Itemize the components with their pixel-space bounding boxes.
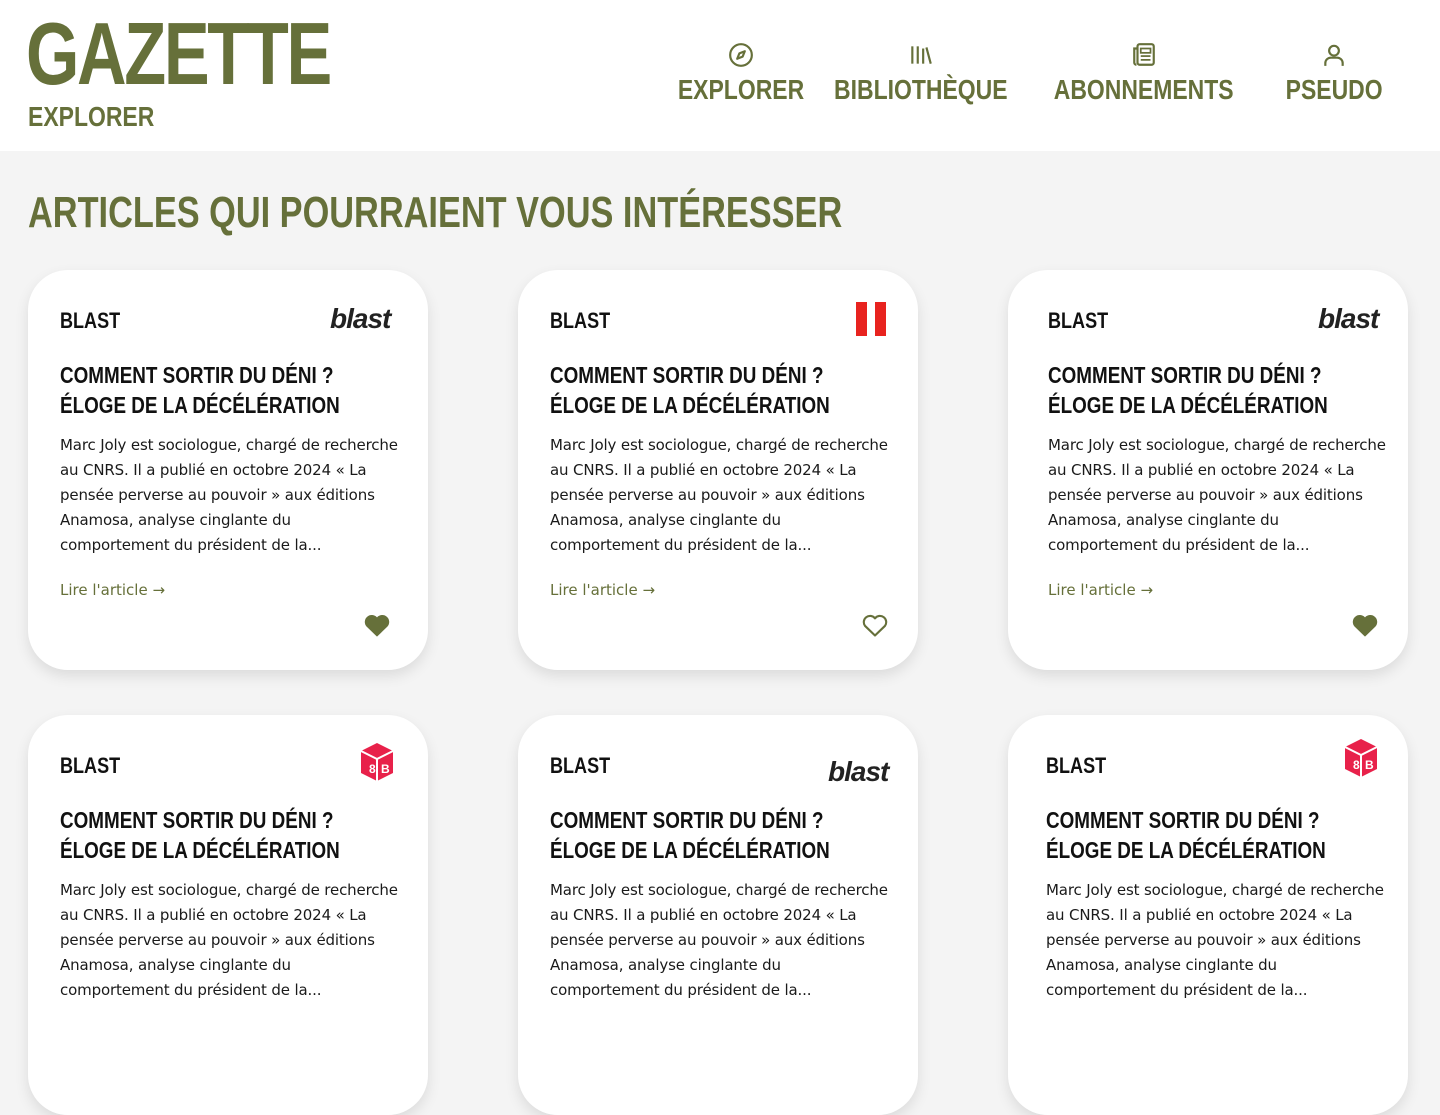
card-excerpt: Marc Joly est sociologue, chargé de rech… bbox=[1046, 881, 1384, 999]
article-card[interactable]: BLAST blast COMMENT SORTIR DU DÉNI ? ÉLO… bbox=[1008, 270, 1408, 670]
card-excerpt: Marc Joly est sociologue, chargé de rech… bbox=[550, 436, 888, 554]
heart-filled-icon[interactable] bbox=[363, 612, 391, 638]
article-card[interactable]: BLAST blast COMMENT SORTIR DU DÉNI ? ÉLO… bbox=[28, 270, 428, 670]
card-source: BLAST bbox=[1048, 308, 1109, 333]
card-source: BLAST bbox=[60, 753, 121, 778]
card-excerpt: Marc Joly est sociologue, chargé de rech… bbox=[1048, 436, 1386, 554]
card-excerpt: Marc Joly est sociologue, chargé de rech… bbox=[550, 881, 888, 999]
page-subtitle: EXPLORER bbox=[28, 101, 155, 132]
card-title: COMMENT SORTIR DU DÉNI ? ÉLOGE DE LA DÉC… bbox=[550, 807, 830, 863]
card-title: COMMENT SORTIR DU DÉNI ? ÉLOGE DE LA DÉC… bbox=[1046, 807, 1326, 863]
card-source: BLAST bbox=[550, 753, 611, 778]
nav-abonnements-label: ABONNEMENTS bbox=[1054, 74, 1234, 105]
svg-text:8: 8 bbox=[1353, 758, 1360, 772]
nav-abonnements[interactable]: ABONNEMENTS bbox=[1054, 42, 1234, 112]
red-bars-logo-icon bbox=[856, 302, 886, 336]
article-card[interactable]: BLAST 8 B COMMENT SORTIR DU DÉNI ? ÉLOGE… bbox=[1008, 715, 1408, 1115]
nav-bibliotheque-label: BIBLIOTHÈQUE bbox=[834, 74, 1008, 105]
card-title: COMMENT SORTIR DU DÉNI ? ÉLOGE DE LA DÉC… bbox=[1048, 362, 1328, 418]
card-title: COMMENT SORTIR DU DÉNI ? ÉLOGE DE LA DÉC… bbox=[60, 362, 340, 418]
read-article-link[interactable]: Lire l'article → bbox=[60, 580, 165, 600]
article-card[interactable]: BLAST 8 B COMMENT SORTIR DU DÉNI ? ÉLOGE… bbox=[28, 715, 428, 1115]
blast-logo-icon: blast bbox=[828, 756, 889, 787]
pink-cube-logo-icon: 8 B bbox=[1344, 739, 1378, 777]
site-logo[interactable]: GAZETTE bbox=[26, 10, 332, 98]
card-excerpt: Marc Joly est sociologue, chargé de rech… bbox=[60, 436, 398, 554]
pink-cube-logo-icon: 8 B bbox=[360, 743, 394, 781]
nav-bibliotheque[interactable]: BIBLIOTHÈQUE bbox=[834, 42, 1008, 112]
nav-pseudo-label: PSEUDO bbox=[1285, 74, 1383, 105]
card-title: COMMENT SORTIR DU DÉNI ? ÉLOGE DE LA DÉC… bbox=[60, 807, 340, 863]
compass-icon bbox=[729, 43, 753, 67]
newspaper-icon bbox=[1133, 43, 1155, 66]
card-source: BLAST bbox=[1046, 753, 1107, 778]
card-excerpt: Marc Joly est sociologue, chargé de rech… bbox=[60, 881, 398, 999]
card-source: BLAST bbox=[550, 308, 611, 333]
card-title: COMMENT SORTIR DU DÉNI ? ÉLOGE DE LA DÉC… bbox=[550, 362, 830, 418]
heart-filled-icon[interactable] bbox=[1351, 612, 1379, 638]
article-card[interactable]: BLAST blast COMMENT SORTIR DU DÉNI ? ÉLO… bbox=[518, 715, 918, 1115]
site-header: GAZETTE EXPLORER EXPLORER BIBLIOTHÈQUE A… bbox=[0, 0, 1440, 151]
library-icon bbox=[911, 46, 932, 64]
nav-explorer-label: EXPLORER bbox=[677, 74, 805, 105]
svg-text:B: B bbox=[381, 762, 390, 776]
article-card[interactable]: BLAST COMMENT SORTIR DU DÉNI ? ÉLOGE DE … bbox=[518, 270, 918, 670]
svg-text:8: 8 bbox=[369, 762, 376, 776]
nav-pseudo[interactable]: PSEUDO bbox=[1282, 42, 1386, 112]
nav-explorer[interactable]: EXPLORER bbox=[678, 42, 804, 112]
heart-outline-icon[interactable] bbox=[861, 612, 889, 638]
card-source: BLAST bbox=[60, 308, 121, 333]
blast-logo-icon: blast bbox=[330, 303, 391, 334]
svg-text:B: B bbox=[1365, 758, 1374, 772]
read-article-link[interactable]: Lire l'article → bbox=[1048, 580, 1153, 600]
user-icon bbox=[1324, 44, 1344, 66]
read-article-link[interactable]: Lire l'article → bbox=[550, 580, 655, 600]
section-title: ARTICLES QUI POURRAIENT VOUS INTÉRESSER bbox=[28, 188, 843, 237]
blast-logo-icon: blast bbox=[1318, 303, 1379, 334]
